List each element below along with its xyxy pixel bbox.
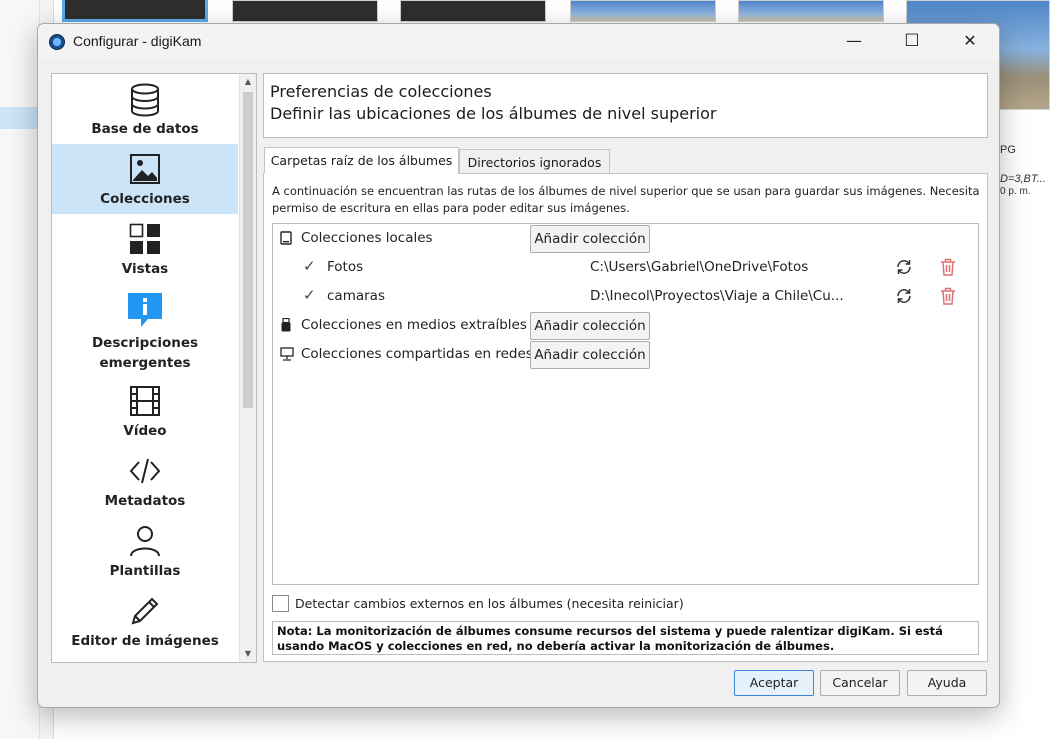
trash-icon[interactable] bbox=[940, 287, 956, 305]
digikam-app-icon bbox=[49, 34, 65, 50]
background-filename: PG bbox=[1000, 144, 1016, 156]
add-local-collection-button[interactable]: Añadir colección bbox=[530, 225, 650, 253]
settings-sidebar: Base de datos Colecciones Vistas Descrip… bbox=[51, 73, 257, 663]
background-thumbnail[interactable] bbox=[738, 0, 884, 22]
collection-category-local[interactable]: Colecciones locales Añadir colección bbox=[273, 224, 978, 253]
collection-category-label: Colecciones locales bbox=[301, 230, 433, 246]
collection-name: camaras bbox=[327, 288, 385, 304]
collection-category-removable[interactable]: Colecciones en medios extraíbles Añadir … bbox=[273, 311, 978, 340]
sidebar-item-metadata[interactable]: Metadatos bbox=[52, 446, 238, 516]
refresh-icon[interactable] bbox=[895, 287, 913, 305]
scrollbar-thumb[interactable] bbox=[243, 92, 253, 408]
sidebar-item-image-editor[interactable]: Editor de imágenes bbox=[52, 586, 238, 656]
background-thumbnail[interactable] bbox=[570, 0, 716, 22]
info-tooltip-icon bbox=[128, 293, 162, 327]
sidebar-item-label: Vistas bbox=[121, 261, 169, 277]
film-icon bbox=[130, 386, 160, 416]
scroll-up-icon[interactable]: ▲ bbox=[240, 74, 256, 90]
sidebar-item-label: Descripciones emergentes bbox=[91, 335, 199, 371]
page-header: Preferencias de colecciones Definir las … bbox=[263, 73, 988, 138]
sidebar-scrollbar[interactable]: ▲ ▼ bbox=[239, 74, 256, 662]
sidebar-item-label: Plantillas bbox=[109, 563, 181, 579]
views-grid-icon bbox=[129, 223, 160, 254]
sidebar-item-label: Metadatos bbox=[104, 493, 186, 509]
collection-path: C:\Users\Gabriel\OneDrive\Fotos bbox=[590, 259, 809, 275]
trash-icon[interactable] bbox=[940, 258, 956, 276]
check-icon: ✓ bbox=[303, 257, 316, 275]
background-meta: D=3,BT... bbox=[1000, 173, 1046, 185]
usb-drive-icon bbox=[281, 318, 291, 332]
sidebar-item-video[interactable]: Vídeo bbox=[52, 376, 238, 446]
background-thumbnail[interactable] bbox=[232, 0, 378, 22]
sidebar-item-label: Vídeo bbox=[123, 423, 167, 439]
background-selected-item bbox=[0, 107, 38, 129]
sidebar-item-label: Editor de imágenes bbox=[71, 633, 219, 649]
sidebar-item-views[interactable]: Vistas bbox=[52, 214, 238, 284]
collection-entry[interactable]: ✓ camaras D:\Inecol\Proyectos\Viaje a Ch… bbox=[273, 282, 978, 311]
tab-ignored-directories[interactable]: Directorios ignorados bbox=[459, 149, 610, 174]
collection-category-network[interactable]: Colecciones compartidas en redes Añadir … bbox=[273, 340, 978, 369]
close-button[interactable]: ✕ bbox=[941, 24, 999, 60]
collection-path: D:\Inecol\Proyectos\Viaje a Chile\Cu... bbox=[590, 288, 844, 304]
page-subtitle: Definir las ubicaciones de los álbumes d… bbox=[270, 104, 717, 123]
sidebar-item-label: Colecciones bbox=[100, 191, 190, 207]
collection-category-label: Colecciones en medios extraíbles bbox=[301, 317, 527, 333]
check-icon: ✓ bbox=[303, 286, 316, 304]
pencil-icon bbox=[131, 597, 159, 625]
add-removable-collection-button[interactable]: Añadir colección bbox=[530, 312, 650, 340]
sidebar-item-label: Base de datos bbox=[91, 121, 199, 137]
database-icon bbox=[131, 83, 159, 117]
sidebar-item-collections[interactable]: Colecciones bbox=[52, 144, 238, 214]
collection-category-label: Colecciones compartidas en redes bbox=[301, 346, 533, 362]
background-thumbnail[interactable] bbox=[62, 0, 208, 22]
title-bar[interactable]: Configurar - digiKam — ☐ ✕ bbox=[38, 24, 999, 60]
sidebar-item-tooltips[interactable]: Descripciones emergentes bbox=[52, 284, 238, 376]
tab-pane-root-folders: A continuación se encuentran las rutas d… bbox=[263, 173, 988, 662]
minimize-button[interactable]: — bbox=[825, 24, 883, 60]
add-network-collection-button[interactable]: Añadir colección bbox=[530, 341, 650, 369]
hard-drive-icon bbox=[280, 231, 292, 245]
collection-name: Fotos bbox=[327, 259, 364, 275]
background-thumbnail[interactable] bbox=[400, 0, 546, 22]
collections-list: Colecciones locales Añadir colección ✓ F… bbox=[272, 223, 979, 585]
sidebar-item-templates[interactable]: Plantillas bbox=[52, 516, 238, 586]
sidebar-item-database[interactable]: Base de datos bbox=[52, 74, 238, 144]
refresh-icon[interactable] bbox=[895, 258, 913, 276]
configure-dialog: Configurar - digiKam — ☐ ✕ Base de datos… bbox=[37, 23, 1000, 708]
scroll-down-icon[interactable]: ▼ bbox=[240, 646, 256, 662]
image-icon bbox=[130, 154, 160, 184]
detect-changes-checkbox[interactable] bbox=[272, 595, 289, 612]
collections-description: A continuación se encuentran las rutas d… bbox=[272, 184, 980, 215]
detect-changes-label[interactable]: Detectar cambios externos en los álbumes… bbox=[295, 596, 684, 611]
monitoring-note: Nota: La monitorización de álbumes consu… bbox=[272, 621, 979, 655]
accept-button[interactable]: Aceptar bbox=[734, 670, 814, 696]
maximize-button[interactable]: ☐ bbox=[883, 24, 941, 60]
window-title: Configurar - digiKam bbox=[73, 33, 202, 49]
background-meta: 0 p. m. bbox=[1000, 186, 1031, 197]
tab-root-folders[interactable]: Carpetas raíz de los álbumes bbox=[264, 147, 459, 174]
person-icon bbox=[130, 526, 160, 557]
page-title: Preferencias de colecciones bbox=[270, 82, 492, 101]
collection-entry[interactable]: ✓ Fotos C:\Users\Gabriel\OneDrive\Fotos bbox=[273, 253, 978, 282]
cancel-button[interactable]: Cancelar bbox=[820, 670, 900, 696]
code-icon bbox=[129, 458, 161, 484]
help-button[interactable]: Ayuda bbox=[907, 670, 987, 696]
network-drive-icon bbox=[280, 347, 294, 361]
